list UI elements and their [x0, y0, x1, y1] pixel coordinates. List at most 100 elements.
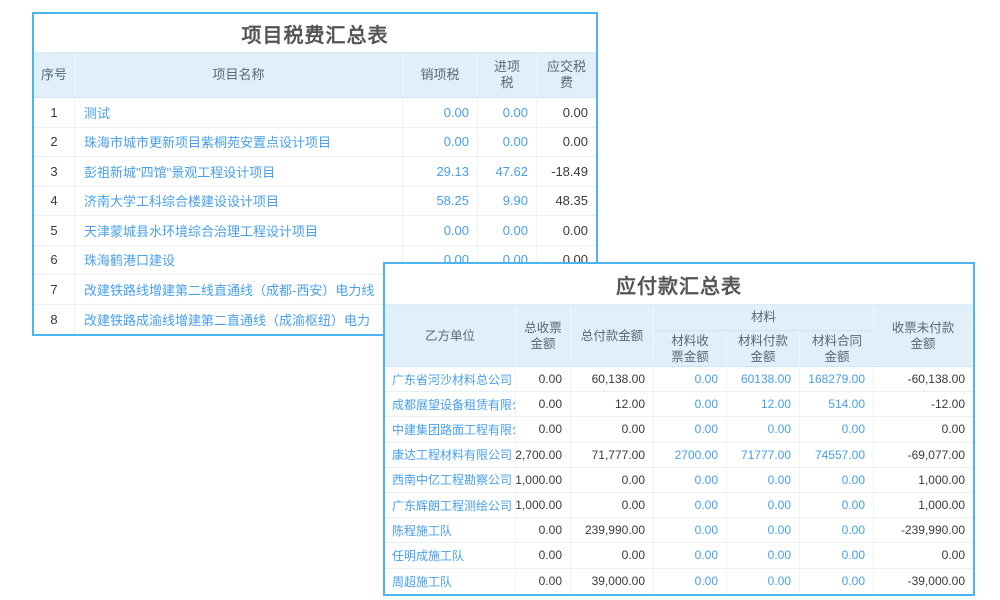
cell-material-invoice[interactable]: 0.00 [654, 468, 727, 492]
table-row: 广东省河沙材料总公司 0.00 60,138.00 0.00 60138.00 … [385, 367, 973, 392]
table-row: 5 天津蒙城县水环境综合治理工程设计项目 0.00 0.00 0.00 [34, 216, 596, 246]
cell-material-contract[interactable]: 0.00 [800, 543, 874, 567]
cell-material-invoice[interactable]: 0.00 [654, 569, 727, 594]
cell-material-payment[interactable]: 60138.00 [727, 367, 800, 391]
cell-material-contract[interactable]: 74557.00 [800, 443, 874, 467]
cell-index: 3 [34, 157, 75, 186]
cell-material-invoice[interactable]: 0.00 [654, 493, 727, 517]
cell-index: 4 [34, 187, 75, 216]
cell-input-tax[interactable]: 47.62 [478, 157, 537, 186]
cell-material-invoice[interactable]: 2700.00 [654, 443, 727, 467]
cell-material-invoice[interactable]: 0.00 [654, 392, 727, 416]
cell-tax-payable: 0.00 [537, 216, 596, 245]
cell-total-payment: 71,777.00 [571, 443, 654, 467]
table-row: 2 珠海市城市更新项目紫桐苑安置点设计项目 0.00 0.00 0.00 [34, 128, 596, 158]
unit-link[interactable]: 周超施工队 [385, 569, 516, 594]
cell-input-tax[interactable]: 0.00 [478, 128, 537, 157]
col-header-index: 序号 [34, 53, 75, 97]
cell-output-tax[interactable]: 0.00 [403, 216, 478, 245]
project-tax-header-row: 序号 项目名称 销项税 进项 税 应交税 费 [34, 52, 596, 98]
cell-material-payment[interactable]: 0.00 [727, 493, 800, 517]
cell-input-tax[interactable]: 0.00 [478, 98, 537, 127]
cell-total-invoice: 0.00 [516, 543, 571, 567]
col-header-total-payment: 总付款金额 [571, 305, 654, 368]
unit-link[interactable]: 陈程施工队 [385, 518, 516, 542]
cell-invoice-unpaid: -69,077.00 [874, 443, 973, 467]
table-row: 3 彭祖新城"四馆"景观工程设计项目 29.13 47.62 -18.49 [34, 157, 596, 187]
cell-material-payment[interactable]: 0.00 [727, 518, 800, 542]
cell-material-payment[interactable]: 0.00 [727, 417, 800, 441]
cell-total-payment: 0.00 [571, 417, 654, 441]
unit-link[interactable]: 任明成施工队 [385, 543, 516, 567]
cell-material-contract[interactable]: 514.00 [800, 392, 874, 416]
payables-summary-panel: 应付款汇总表 乙方单位 总收票 金额 总付款金额 材料 收票未付款 金额 材料收… [383, 262, 975, 596]
cell-total-invoice: 0.00 [516, 569, 571, 594]
cell-material-invoice[interactable]: 0.00 [654, 518, 727, 542]
unit-link[interactable]: 中建集团路面工程有限公司 [385, 417, 516, 441]
table-row: 康达工程材料有限公司 2,700.00 71,777.00 2700.00 71… [385, 443, 973, 468]
cell-material-invoice[interactable]: 0.00 [654, 417, 727, 441]
cell-input-tax[interactable]: 9.90 [478, 187, 537, 216]
cell-index: 1 [34, 98, 75, 127]
col-header-project-name: 项目名称 [75, 53, 403, 97]
project-name-link[interactable]: 彭祖新城"四馆"景观工程设计项目 [75, 157, 403, 186]
cell-tax-payable: 0.00 [537, 98, 596, 127]
cell-invoice-unpaid: 0.00 [874, 417, 973, 441]
cell-total-payment: 39,000.00 [571, 569, 654, 594]
cell-index: 2 [34, 128, 75, 157]
cell-material-contract[interactable]: 0.00 [800, 468, 874, 492]
payables-summary-title: 应付款汇总表 [385, 264, 973, 304]
project-name-link[interactable]: 测试 [75, 98, 403, 127]
cell-material-contract[interactable]: 0.00 [800, 417, 874, 441]
cell-total-invoice: 0.00 [516, 367, 571, 391]
cell-output-tax[interactable]: 58.25 [403, 187, 478, 216]
cell-input-tax[interactable]: 0.00 [478, 216, 537, 245]
unit-link[interactable]: 广东省河沙材料总公司 [385, 367, 516, 391]
col-header-output-tax: 销项税 [403, 53, 478, 97]
cell-tax-payable: 0.00 [537, 128, 596, 157]
cell-material-payment[interactable]: 0.00 [727, 543, 800, 567]
cell-material-contract[interactable]: 0.00 [800, 569, 874, 594]
unit-link[interactable]: 广东辉朗工程测绘公司 [385, 493, 516, 517]
unit-link[interactable]: 成都展望设备租赁有限公司 [385, 392, 516, 416]
cell-output-tax[interactable]: 29.13 [403, 157, 478, 186]
cell-total-invoice: 0.00 [516, 392, 571, 416]
cell-material-contract[interactable]: 0.00 [800, 493, 874, 517]
cell-material-payment[interactable]: 0.00 [727, 468, 800, 492]
cell-material-contract[interactable]: 0.00 [800, 518, 874, 542]
project-tax-summary-title: 项目税费汇总表 [34, 14, 596, 52]
cell-material-contract[interactable]: 168279.00 [800, 367, 874, 391]
project-name-link[interactable]: 济南大学工科综合楼建设设计项目 [75, 187, 403, 216]
payables-body: 广东省河沙材料总公司 0.00 60,138.00 0.00 60138.00 … [385, 367, 973, 594]
table-row: 成都展望设备租赁有限公司 0.00 12.00 0.00 12.00 514.0… [385, 392, 973, 417]
project-name-link[interactable]: 珠海鹤港口建设 [75, 246, 403, 275]
cell-index: 6 [34, 246, 75, 275]
cell-material-invoice[interactable]: 0.00 [654, 367, 727, 391]
unit-link[interactable]: 康达工程材料有限公司 [385, 443, 516, 467]
cell-output-tax[interactable]: 0.00 [403, 128, 478, 157]
cell-total-invoice: 1,000.00 [516, 493, 571, 517]
cell-material-invoice[interactable]: 0.00 [654, 543, 727, 567]
cell-material-payment[interactable]: 0.00 [727, 569, 800, 594]
col-header-total-invoice: 总收票 金额 [516, 305, 571, 368]
project-name-link[interactable]: 天津蒙城县水环境综合治理工程设计项目 [75, 216, 403, 245]
cell-total-payment: 60,138.00 [571, 367, 654, 391]
project-name-link[interactable]: 珠海市城市更新项目紫桐苑安置点设计项目 [75, 128, 403, 157]
table-row: 陈程施工队 0.00 239,990.00 0.00 0.00 0.00 -23… [385, 518, 973, 543]
cell-invoice-unpaid: -39,000.00 [874, 569, 973, 594]
table-row: 1 测试 0.00 0.00 0.00 [34, 98, 596, 128]
col-header-material-contract: 材料合同 金额 [800, 331, 874, 368]
payables-header-row: 乙方单位 总收票 金额 总付款金额 材料 收票未付款 金额 材料收 票金额 材料… [385, 304, 973, 367]
cell-invoice-unpaid: -60,138.00 [874, 367, 973, 391]
unit-link[interactable]: 西南中亿工程勘察公司 [385, 468, 516, 492]
cell-material-payment[interactable]: 12.00 [727, 392, 800, 416]
table-row: 中建集团路面工程有限公司 0.00 0.00 0.00 0.00 0.00 0.… [385, 417, 973, 442]
cell-invoice-unpaid: 1,000.00 [874, 468, 973, 492]
project-name-link[interactable]: 改建铁路成渝线增建第二直通线（成渝枢纽）电力 [75, 305, 403, 335]
cell-total-invoice: 2,700.00 [516, 443, 571, 467]
col-header-invoice-unpaid: 收票未付款 金额 [874, 305, 973, 368]
cell-total-invoice: 0.00 [516, 518, 571, 542]
cell-material-payment[interactable]: 71777.00 [727, 443, 800, 467]
project-name-link[interactable]: 改建铁路线增建第二线直通线（成都-西安）电力线 [75, 275, 403, 304]
cell-output-tax[interactable]: 0.00 [403, 98, 478, 127]
